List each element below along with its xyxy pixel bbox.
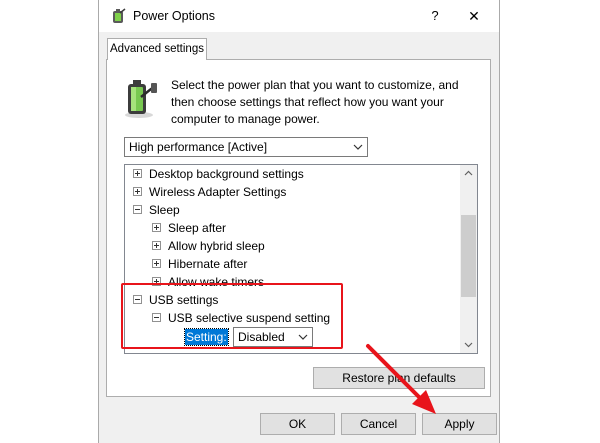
power-plan-value: High performance [Active] <box>129 140 268 154</box>
battery-plug-icon <box>125 80 157 118</box>
close-button[interactable]: ✕ <box>459 6 489 26</box>
window-title: Power Options <box>133 9 215 23</box>
ok-button[interactable]: OK <box>260 413 335 435</box>
tab-advanced-settings[interactable]: Advanced settings <box>107 38 207 60</box>
expand-plus-icon[interactable] <box>152 259 161 268</box>
collapse-minus-icon[interactable] <box>133 205 142 214</box>
power-plan-dropdown[interactable]: High performance [Active] <box>124 137 368 157</box>
power-options-icon <box>113 8 126 23</box>
expand-plus-icon[interactable] <box>152 241 161 250</box>
annotation-highlight-box <box>121 283 343 349</box>
expand-plus-icon[interactable] <box>133 187 142 196</box>
title-bar: Power Options ? ✕ <box>99 0 499 32</box>
chevron-down-icon <box>353 144 363 150</box>
help-button[interactable]: ? <box>424 6 446 26</box>
expand-plus-icon[interactable] <box>133 169 142 178</box>
annotation-arrow-icon <box>366 344 436 414</box>
scrollbar-thumb[interactable] <box>461 215 476 297</box>
scroll-down-arrow-icon[interactable] <box>460 336 477 353</box>
scroll-up-arrow-icon[interactable] <box>460 165 477 182</box>
tree-scrollbar[interactable] <box>460 165 477 353</box>
expand-plus-icon[interactable] <box>152 223 161 232</box>
plan-description: Select the power plan that you want to c… <box>171 78 459 126</box>
